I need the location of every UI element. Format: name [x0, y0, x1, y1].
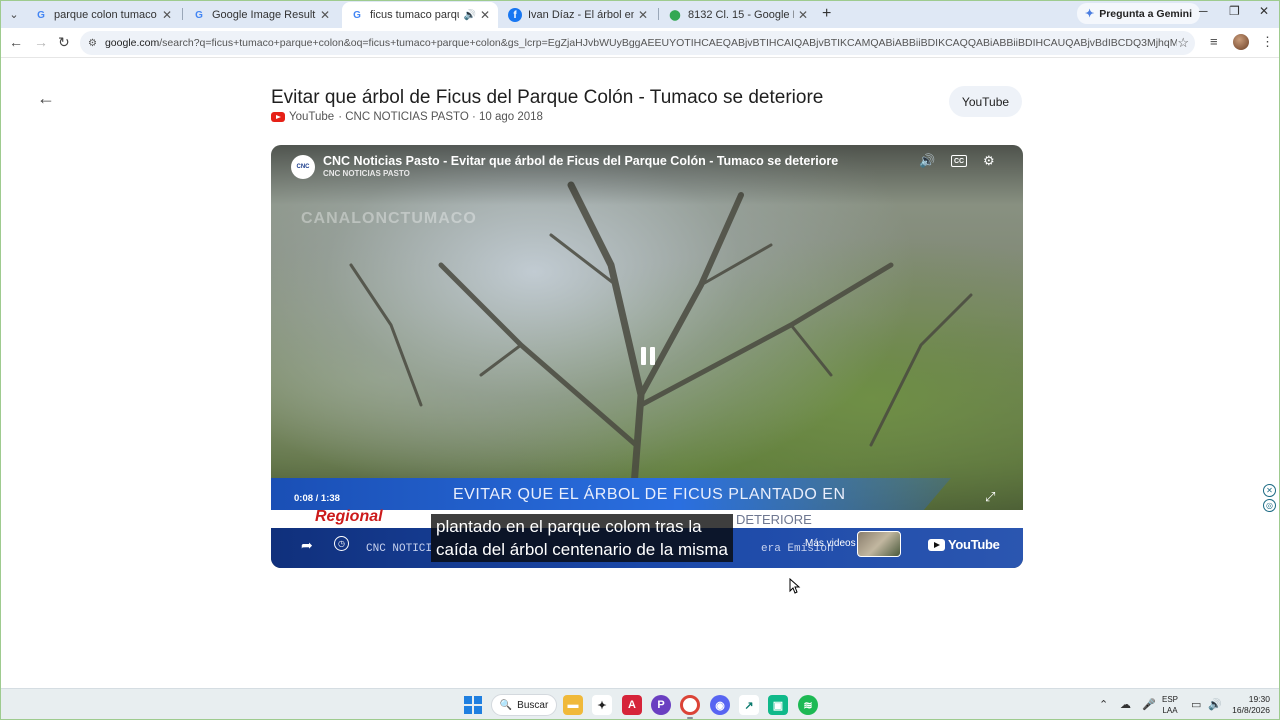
volume-icon[interactable]: 🔊	[919, 153, 935, 169]
gemini-button[interactable]: ✦ Pregunta a Gemini	[1077, 3, 1200, 24]
lower-third-text: EVITAR QUE EL ÁRBOL DE FICUS PLANTADO EN	[453, 486, 846, 503]
tab-search-icon[interactable]: ⌄	[4, 4, 24, 24]
tab-separator	[658, 8, 659, 20]
windows-start-icon[interactable]	[464, 696, 482, 714]
google-icon: G	[353, 9, 361, 21]
back-arrow-icon[interactable]: ←	[37, 88, 55, 109]
settings-gear-icon[interactable]: ⚙	[983, 153, 995, 169]
back-icon[interactable]: ←	[9, 34, 23, 50]
video-player[interactable]: CNC CNC Noticias Pasto - Evitar que árbo…	[271, 145, 1023, 568]
taskbar-search[interactable]: 🔍 Buscar	[491, 694, 557, 716]
watch-later-icon[interactable]: ◷	[334, 536, 349, 551]
tab-ivan-diaz[interactable]: f Ivan Díaz - El árbol emblemátic ✕	[500, 2, 656, 28]
acrobat-icon[interactable]: A	[622, 695, 642, 715]
address-url[interactable]: google.com/search?q=ficus+tumaco+parque+…	[105, 37, 1177, 49]
close-icon[interactable]: ✕	[320, 8, 330, 22]
tab-google-image-result[interactable]: G Google Image Result ✕	[184, 2, 338, 28]
tab-google-maps[interactable]: ⬤ 8132 Cl. 15 - Google Maps ✕	[660, 2, 816, 28]
more-videos-label[interactable]: Más videos	[805, 538, 856, 549]
video-source: YouTube	[289, 111, 335, 123]
time-display: 0:08 / 1:38	[294, 493, 340, 504]
google-icon: G	[195, 9, 203, 21]
taskbar-search-label: Buscar	[517, 699, 549, 711]
close-icon[interactable]: ✕	[798, 8, 808, 22]
reload-icon[interactable]: ↻	[58, 34, 70, 51]
edge-assist-icon[interactable]: ◎	[1263, 499, 1276, 512]
close-icon[interactable]: ✕	[638, 8, 648, 22]
player-channel[interactable]: CNC NOTICIAS PASTO	[323, 169, 410, 178]
bookmark-star-icon[interactable]: ☆	[1177, 35, 1189, 51]
tab-strip: ⌄ G parque colon tumaco - Buscar c ✕ G G…	[0, 0, 1280, 28]
taskbar: 🔍 Buscar ▬ ✦ A P ◉ ↗ ▣ ≋ ⌃ ☁ 🎤 ESP LAA ▭…	[0, 688, 1280, 720]
gemini-star-icon: ✦	[1085, 8, 1095, 20]
window-close-icon[interactable]: ✕	[1259, 4, 1269, 18]
maps-pin-icon: ⬤	[669, 9, 681, 21]
minimize-icon[interactable]: ─	[1199, 4, 1208, 18]
edge-close-icon[interactable]: ✕	[1263, 484, 1276, 497]
chart-app-icon[interactable]: ↗	[739, 695, 759, 715]
player-title[interactable]: CNC Noticias Pasto - Evitar que árbol de…	[323, 154, 838, 168]
site-info-icon[interactable]: ⚙	[88, 38, 97, 49]
tab-title: 8132 Cl. 15 - Google Maps	[688, 9, 794, 21]
tab-title: ficus tumaco parque colon	[370, 9, 459, 21]
youtube-logo[interactable]: YouTube	[928, 537, 1000, 552]
more-videos-thumbnail[interactable]	[857, 531, 901, 557]
chrome-active-indicator	[687, 717, 693, 719]
gemini-label: Pregunta a Gemini	[1099, 7, 1192, 20]
file-explorer-icon[interactable]: ▬	[563, 695, 583, 715]
youtube-play-icon	[928, 538, 945, 551]
cloud-icon[interactable]: ☁	[1120, 698, 1131, 711]
search-icon: 🔍	[499, 699, 513, 711]
tray-chevron-icon[interactable]: ⌃	[1099, 698, 1108, 711]
browser-toolbar: ← → ↻ ⚙ google.com/search?q=ficus+tumaco…	[0, 28, 1280, 58]
google-icon: G	[37, 9, 45, 21]
tab-title: Google Image Result	[212, 9, 316, 21]
new-tab-button[interactable]: +	[822, 5, 831, 23]
podcast-app-icon[interactable]: P	[651, 695, 671, 715]
subtitles: plantado en el parque colom tras la caíd…	[431, 514, 733, 562]
chrome-icon[interactable]	[680, 695, 700, 715]
youtube-wordmark: YouTube	[948, 537, 1000, 552]
video-watermark: CANALONCTUMACO	[301, 210, 477, 227]
regional-label: Regional	[315, 508, 383, 525]
subtitle-line-2: caída del árbol centenario de la misma	[436, 540, 728, 559]
speaker-icon[interactable]: 🔊	[463, 10, 475, 21]
display-icon[interactable]: ▭	[1191, 698, 1201, 711]
discord-icon[interactable]: ◉	[710, 695, 730, 715]
channel-logo[interactable]: CNC	[291, 155, 315, 179]
close-icon[interactable]: ✕	[480, 8, 490, 22]
tab-separator	[182, 8, 183, 20]
inkscape-icon[interactable]: ✦	[592, 695, 612, 715]
facebook-icon: f	[508, 8, 522, 22]
volume-tray-icon[interactable]: 🔊	[1208, 698, 1222, 711]
news-strip-left: CNC NOTICI	[366, 543, 433, 555]
restore-icon[interactable]: ❐	[1229, 4, 1240, 18]
video-title[interactable]: Evitar que árbol de Ficus del Parque Col…	[271, 87, 823, 109]
profile-avatar[interactable]	[1233, 34, 1249, 50]
share-icon[interactable]: ➦	[301, 537, 313, 554]
captions-icon[interactable]: CC	[951, 155, 967, 167]
media-controls-icon[interactable]: ≡	[1210, 34, 1218, 49]
menu-kebab-icon[interactable]: ⋮	[1261, 34, 1274, 50]
close-icon[interactable]: ✕	[162, 8, 172, 22]
language-indicator[interactable]: ESP LAA	[1162, 694, 1178, 716]
pause-icon[interactable]	[641, 347, 657, 365]
lower-third-text-2: DETERIORE	[736, 512, 812, 527]
taskbar-clock[interactable]: 19:30 16/8/2026	[1226, 694, 1270, 716]
youtube-chip-button[interactable]: YouTube	[949, 86, 1022, 117]
tab-parque-colon[interactable]: G parque colon tumaco - Buscar c ✕	[26, 2, 180, 28]
forward-icon[interactable]: →	[34, 34, 48, 50]
tab-title: Ivan Díaz - El árbol emblemátic	[528, 9, 634, 21]
address-bar[interactable]: ⚙ google.com/search?q=ficus+tumaco+parqu…	[80, 31, 1195, 55]
spotify-icon[interactable]: ≋	[798, 695, 818, 715]
video-meta-rest: · CNC NOTICIAS PASTO · 10 ago 2018	[338, 111, 543, 123]
tab-title: parque colon tumaco - Buscar c	[54, 9, 158, 21]
subtitle-line-1: plantado en el parque colom tras la	[436, 517, 702, 536]
video-meta: YouTube · CNC NOTICIAS PASTO · 10 ago 20…	[271, 111, 543, 123]
youtube-icon	[271, 112, 285, 122]
fullscreen-icon[interactable]: ⤢	[985, 489, 995, 505]
android-app-icon[interactable]: ▣	[768, 695, 788, 715]
microphone-icon[interactable]: 🎤	[1142, 698, 1156, 711]
tab-ficus-tumaco[interactable]: G ficus tumaco parque colon 🔊 ✕	[342, 2, 498, 28]
